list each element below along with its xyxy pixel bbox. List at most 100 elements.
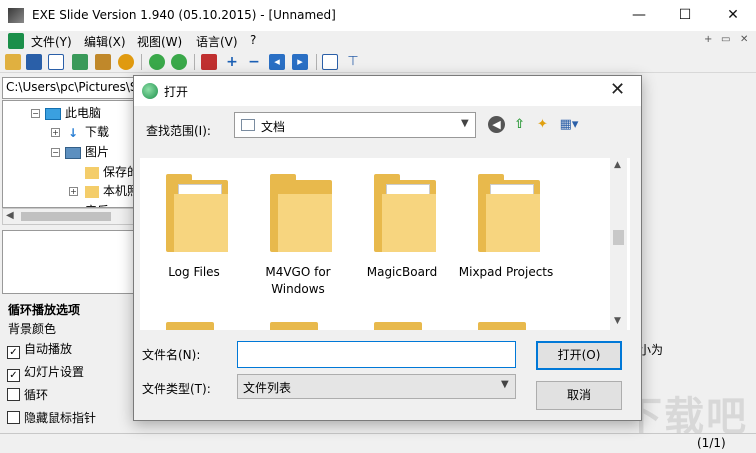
toolbar: + − ◂ ▸ ⊤ bbox=[0, 51, 756, 73]
plus-icon[interactable]: + bbox=[224, 54, 240, 70]
checkbox-label: 幻灯片设置 bbox=[24, 365, 85, 379]
menu-edit[interactable]: 编辑(X) bbox=[84, 33, 126, 50]
checkbox-box[interactable]: ✓ bbox=[7, 369, 20, 382]
new-folder-icon: ✦ bbox=[537, 117, 548, 132]
up-folder-button[interactable]: ⇧ bbox=[511, 116, 528, 133]
play-icon[interactable] bbox=[118, 54, 134, 70]
pin-icon[interactable]: ⊤ bbox=[345, 54, 361, 70]
scrollbar-thumb[interactable] bbox=[21, 212, 111, 221]
folder-icon bbox=[478, 174, 540, 252]
back-button[interactable]: ◀ bbox=[488, 116, 505, 133]
back-green-icon[interactable] bbox=[149, 54, 165, 70]
checkbox-box[interactable] bbox=[7, 388, 20, 401]
window-icon[interactable] bbox=[48, 54, 64, 70]
tree-item-camera-roll[interactable]: 本机照 bbox=[85, 182, 139, 199]
pages-icon[interactable] bbox=[201, 54, 217, 70]
save-icon[interactable] bbox=[26, 54, 42, 70]
file-list-scrollbar[interactable]: ▲ ▼ bbox=[610, 158, 627, 330]
folder-icon bbox=[374, 174, 436, 252]
scroll-left-icon[interactable]: ◀ bbox=[6, 210, 14, 221]
path-field[interactable]: C:\Users\pc\Pictures\S bbox=[2, 77, 140, 99]
file-item-label: Log Files bbox=[168, 265, 220, 279]
scroll-up-icon[interactable]: ▲ bbox=[614, 160, 621, 170]
scroll-down-icon[interactable]: ▼ bbox=[614, 316, 621, 326]
folder-icon bbox=[478, 322, 526, 330]
image-icon[interactable] bbox=[72, 54, 88, 70]
menu-help[interactable]: ? bbox=[250, 33, 256, 47]
arrow-up-icon: ⇧ bbox=[514, 117, 525, 132]
open-icon[interactable] bbox=[5, 54, 21, 70]
checkbox-label: 隐藏鼠标指针 bbox=[24, 411, 97, 425]
arrow-left-icon[interactable]: ◂ bbox=[269, 54, 285, 70]
file-item[interactable]: Mixpad Projects bbox=[454, 158, 558, 308]
arrow-right-icon[interactable]: ▸ bbox=[292, 54, 308, 70]
maximize-button[interactable]: ☐ bbox=[662, 0, 708, 31]
computer-icon bbox=[45, 107, 61, 120]
file-item[interactable]: M4VGO for Windows bbox=[246, 158, 350, 308]
background-color-label[interactable]: 背景颜色 bbox=[8, 320, 56, 337]
folder-icon bbox=[270, 174, 332, 252]
filetype-label: 文件类型(T): bbox=[142, 382, 211, 396]
checkbox-label: 循环 bbox=[24, 388, 49, 402]
mdi-add-button[interactable]: + bbox=[704, 34, 712, 45]
file-item[interactable]: MagicBoard bbox=[350, 158, 454, 308]
forward-green-icon[interactable] bbox=[171, 54, 187, 70]
tree-item-this-pc[interactable]: 此电脑 bbox=[45, 104, 101, 121]
tree-expander[interactable]: − bbox=[31, 109, 40, 118]
new-folder-button[interactable]: ✦ bbox=[534, 116, 551, 133]
tree-expander[interactable]: − bbox=[51, 148, 60, 157]
folder-icon bbox=[166, 322, 214, 330]
checkbox-label: 自动播放 bbox=[24, 342, 73, 356]
open-button[interactable]: 打开(O) bbox=[536, 341, 622, 370]
toolbar-separator bbox=[316, 54, 317, 70]
loop-checkbox[interactable]: 循环 bbox=[7, 386, 48, 403]
hide-cursor-checkbox[interactable]: 隐藏鼠标指针 bbox=[7, 409, 96, 426]
tree-item-label: 此电脑 bbox=[65, 106, 102, 120]
tree-item-downloads[interactable]: ↓ 下载 bbox=[65, 123, 109, 140]
image-edit-icon[interactable] bbox=[95, 54, 111, 70]
filetype-dropdown[interactable]: 文件列表 ▼ bbox=[237, 374, 516, 399]
filename-label: 文件名(N): bbox=[142, 348, 201, 362]
minimize-button[interactable]: — bbox=[616, 0, 662, 31]
folder-icon bbox=[85, 185, 99, 198]
autoplay-checkbox[interactable]: ✓ 自动播放 bbox=[7, 340, 72, 359]
dialog-close-button[interactable]: ✕ bbox=[610, 79, 625, 100]
chevron-down-icon[interactable]: ▼ bbox=[501, 379, 509, 390]
tree-expander[interactable]: + bbox=[51, 128, 60, 137]
folder-tree[interactable]: − 此电脑 + ↓下载 − 图片 保存的 + 本机照 + ♪音乐 bbox=[2, 100, 140, 208]
checkbox-box[interactable]: ✓ bbox=[7, 346, 20, 359]
mdi-close-button[interactable]: ✕ bbox=[740, 34, 748, 45]
menu-view[interactable]: 视图(W) bbox=[137, 33, 182, 50]
download-icon: ↓ bbox=[67, 125, 79, 140]
cancel-button[interactable]: 取消 bbox=[536, 381, 622, 410]
preview-box bbox=[2, 230, 140, 294]
file-list[interactable]: Log Files M4VGO for Windows MagicBoard M… bbox=[140, 158, 630, 330]
checkbox-box[interactable] bbox=[7, 411, 20, 424]
chevron-down-icon[interactable]: ▼ bbox=[461, 118, 469, 129]
menu-language[interactable]: 语言(V) bbox=[196, 33, 238, 50]
file-item[interactable]: Log Files bbox=[142, 158, 246, 308]
tree-horizontal-scrollbar[interactable]: ◀ bbox=[2, 208, 140, 225]
page-count: (1/1) bbox=[697, 436, 726, 450]
tree-item-saved[interactable]: 保存的 bbox=[85, 163, 139, 180]
filename-input[interactable] bbox=[237, 341, 516, 368]
grid-icon[interactable] bbox=[322, 54, 338, 70]
tree-item-label: 图片 bbox=[85, 145, 110, 159]
menu-file[interactable]: 文件(Y) bbox=[31, 33, 72, 50]
close-window-button[interactable]: ✕ bbox=[710, 0, 756, 31]
view-menu-button[interactable]: ▦▾ bbox=[558, 116, 580, 133]
folder-icon bbox=[374, 322, 422, 330]
title-bar: EXE Slide Version 1.940 (05.10.2015) - [… bbox=[0, 0, 756, 31]
scrollbar-thumb[interactable] bbox=[613, 230, 624, 245]
toolbar-separator bbox=[194, 54, 195, 70]
folder-icon bbox=[270, 322, 318, 330]
look-in-dropdown[interactable]: 文档 ▼ bbox=[234, 112, 476, 138]
slide-settings-checkbox[interactable]: ✓ 幻灯片设置 bbox=[7, 363, 84, 382]
mdi-restore-button[interactable]: ▭ bbox=[721, 34, 730, 45]
folder-icon bbox=[85, 166, 99, 179]
tree-item-pictures[interactable]: 图片 bbox=[65, 143, 109, 160]
minus-icon[interactable]: − bbox=[246, 54, 262, 70]
tree-expander[interactable]: + bbox=[69, 187, 78, 196]
dialog-title: 打开 bbox=[164, 85, 189, 99]
status-bar bbox=[0, 433, 756, 453]
